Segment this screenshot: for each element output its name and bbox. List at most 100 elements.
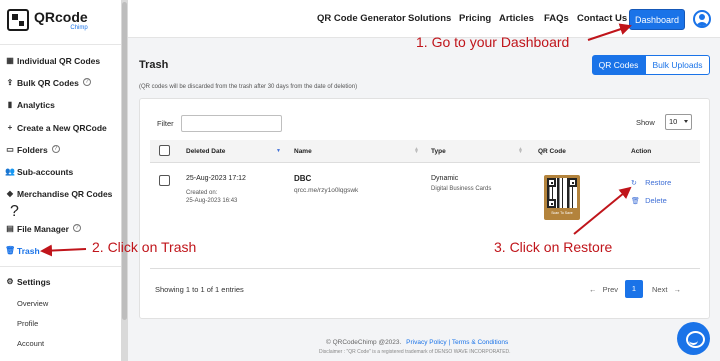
sidebar-item-label: Individual QR Codes xyxy=(17,56,101,66)
copyright: © QRCodeChimp @2023. xyxy=(326,339,402,346)
terms-link[interactable]: Terms & Conditions xyxy=(452,339,508,346)
page-title: Trash xyxy=(139,59,169,71)
sidebar-item-label: Bulk QR Codes xyxy=(17,78,79,88)
page-size-select[interactable]: 10 xyxy=(665,114,692,130)
qr-caption: Scan To Save xyxy=(551,211,573,215)
sidebar-sub-item-overview[interactable]: Overview xyxy=(17,299,48,308)
upload-icon: ⇪ xyxy=(6,78,14,87)
sidebar-item-label: Analytics xyxy=(17,100,55,110)
user-avatar-icon[interactable] xyxy=(693,10,711,28)
disclaimer: Disclaimer : "QR Code" is a registered t… xyxy=(319,349,511,355)
sidebar-item-merchandise-qr-codes[interactable]: ◆ Merchandise QR Codes xyxy=(5,189,120,199)
scrollbar-thumb[interactable] xyxy=(122,2,127,320)
help-icon[interactable]: ? xyxy=(51,145,60,153)
sidebar-item-label: Create a New QRCode xyxy=(17,123,107,133)
prev-label: Prev xyxy=(602,285,619,294)
grid-icon: ▦ xyxy=(6,56,14,65)
divider xyxy=(0,44,121,45)
next-label: Next xyxy=(652,285,668,294)
select-all-checkbox[interactable] xyxy=(159,145,170,156)
nav-link-contact-us[interactable]: Contact Us xyxy=(577,13,627,24)
logo-subtitle: Chimp xyxy=(70,24,88,31)
restore-button[interactable]: ↻ Restore xyxy=(631,178,671,187)
sidebar-item-file-manager[interactable]: ▤ File Manager ? xyxy=(5,224,81,234)
sort-icon[interactable]: ▲ ▼ xyxy=(518,147,523,155)
sidebar-item-label: Merchandise QR Codes xyxy=(17,189,113,199)
qr-code-image xyxy=(547,178,577,208)
column-header-action: Action xyxy=(631,148,652,155)
sidebar-item-folders[interactable]: ▭ Folders ? xyxy=(5,145,60,155)
tab-qr-codes[interactable]: QR Codes xyxy=(592,55,645,75)
divider xyxy=(0,266,121,267)
trash-icon: 🗑 xyxy=(5,246,16,255)
sidebar-item-individual-qr-codes[interactable]: ▦ Individual QR Codes xyxy=(5,56,100,66)
sidebar-item-label: Trash xyxy=(17,246,40,256)
qr-type: Dynamic xyxy=(431,175,459,182)
column-header-qr-code: QR Code xyxy=(538,148,566,155)
arrow-left-icon: ← xyxy=(589,285,597,294)
sort-desc-icon[interactable]: ▼ xyxy=(276,149,281,154)
entries-info: Showing 1 to 1 of 1 entries xyxy=(155,285,244,294)
sidebar-item-analytics[interactable]: ▮ Analytics xyxy=(5,100,55,110)
annotation-step-2: 2. Click on Trash xyxy=(92,239,197,255)
chat-icon[interactable] xyxy=(677,322,710,355)
restore-icon: ↻ xyxy=(631,180,637,187)
logo-title: QRcode xyxy=(34,8,88,25)
sidebar-item-bulk-qr-codes[interactable]: ⇪ Bulk QR Codes ? xyxy=(5,78,91,88)
sidebar-item-label: Folders xyxy=(17,145,48,155)
annotation-step-3: 3. Click on Restore xyxy=(494,239,613,255)
dashboard-button[interactable]: Dashboard xyxy=(629,9,685,30)
help-icon[interactable]: ? xyxy=(82,78,91,86)
sidebar-item-label: File Manager xyxy=(17,224,69,234)
sidebar-item-trash[interactable]: 🗑 Trash xyxy=(5,246,40,256)
nav-link-solutions[interactable]: Solutions xyxy=(408,13,451,24)
users-icon: 👥 xyxy=(5,167,15,176)
pagination-next[interactable]: Next → xyxy=(652,285,681,294)
row-checkbox[interactable] xyxy=(159,175,170,186)
column-header-deleted-date[interactable]: Deleted Date xyxy=(186,148,225,155)
chart-icon: ▮ xyxy=(7,100,13,109)
nav-link-articles[interactable]: Articles xyxy=(499,13,534,24)
pagination-prev[interactable]: ← Prev xyxy=(589,285,618,294)
sidebar-sub-item-account[interactable]: Account xyxy=(17,339,44,348)
created-label: Created on: xyxy=(186,190,218,196)
delete-button[interactable]: 🗑 Delete xyxy=(631,196,667,205)
nav-link-pricing[interactable]: Pricing xyxy=(459,13,491,24)
sort-icon[interactable]: ▲ ▼ xyxy=(414,147,419,155)
arrow-right-icon: → xyxy=(673,285,682,294)
logo[interactable]: QRcode Chimp xyxy=(7,9,88,31)
file-icon: ▤ xyxy=(6,224,14,233)
sidebar-item-create-new-qrcode[interactable]: + Create a New QRCode xyxy=(5,123,107,133)
qr-short-url[interactable]: qrcc.me/rzy1o0lqgswk xyxy=(294,187,358,194)
annotation-step-1: 1. Go to your Dashboard xyxy=(416,34,570,50)
help-icon[interactable]: ? xyxy=(10,203,19,221)
trash-retention-note: (QR codes will be discarded from the tra… xyxy=(139,84,358,90)
divider xyxy=(150,268,700,269)
column-header-name[interactable]: Name xyxy=(294,148,312,155)
sidebar-item-settings[interactable]: ⚙ Settings xyxy=(5,277,51,287)
gear-icon: ⚙ xyxy=(6,277,14,286)
qr-code-thumbnail[interactable]: Scan To Save xyxy=(544,175,580,220)
tab-bulk-uploads[interactable]: Bulk Uploads xyxy=(645,55,710,75)
table-header xyxy=(150,140,700,163)
sidebar-scrollbar[interactable] xyxy=(121,0,128,361)
sidebar-sub-item-profile[interactable]: Profile xyxy=(17,319,38,328)
folder-icon: ▭ xyxy=(6,145,14,154)
privacy-policy-link[interactable]: Privacy Policy xyxy=(406,339,446,346)
sidebar-item-label: Sub-accounts xyxy=(17,167,74,177)
qr-subtype: Digital Business Cards xyxy=(431,186,492,192)
sidebar: QRcode Chimp ▦ Individual QR Codes ⇪ Bul… xyxy=(0,0,128,361)
nav-link-faqs[interactable]: FAQs xyxy=(544,13,569,24)
sidebar-item-label: Settings xyxy=(17,277,51,287)
restore-label: Restore xyxy=(645,178,672,187)
pagination-page-1[interactable]: 1 xyxy=(625,280,643,298)
filter-input[interactable] xyxy=(181,115,282,132)
sidebar-item-sub-accounts[interactable]: 👥 Sub-accounts xyxy=(5,167,73,177)
tag-icon: ◆ xyxy=(6,189,14,198)
column-header-type[interactable]: Type xyxy=(431,148,446,155)
deleted-date: 25-Aug-2023 17:12 xyxy=(186,175,246,182)
footer-separator: | xyxy=(448,339,451,346)
show-label: Show xyxy=(636,118,655,127)
help-icon[interactable]: ? xyxy=(72,224,81,232)
nav-link-qr-code-generator[interactable]: QR Code Generator xyxy=(317,13,406,24)
